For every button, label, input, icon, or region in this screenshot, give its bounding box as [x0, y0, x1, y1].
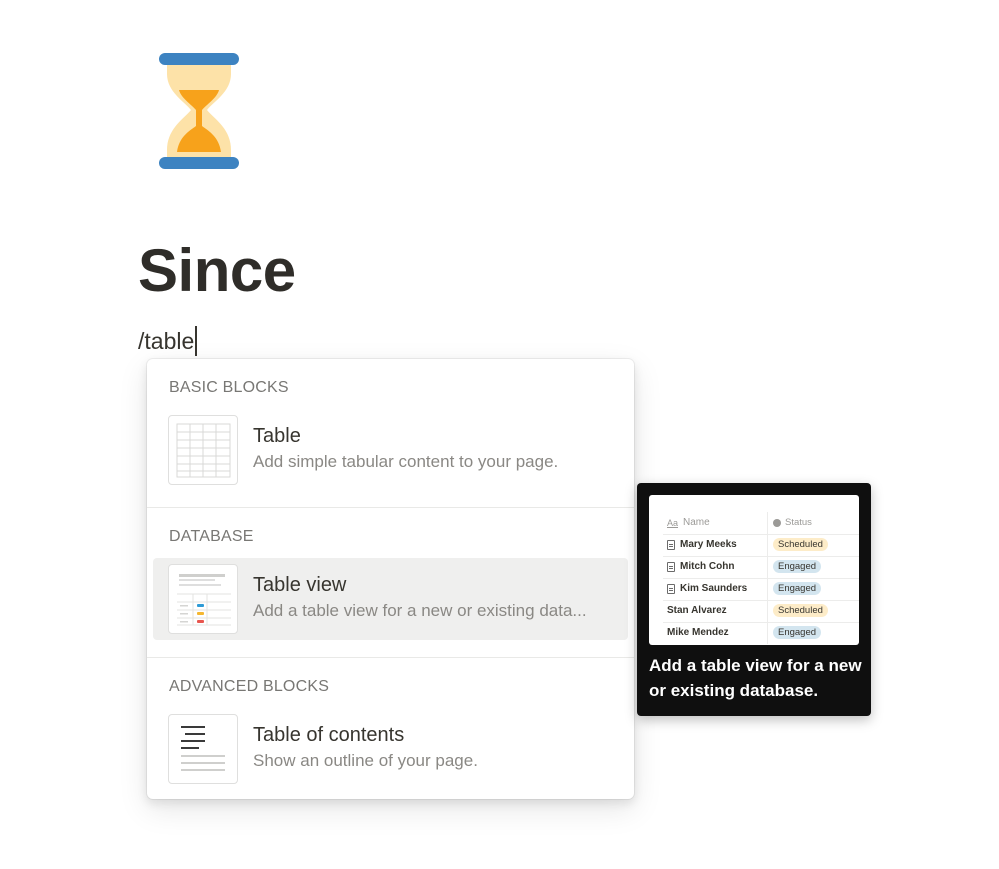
preview-column-divider — [767, 512, 768, 534]
menu-item-description: Add a table view for a new or existing d… — [253, 601, 587, 620]
preview-row: Kim Saunders Engaged — [663, 578, 859, 601]
preview-row: Mike Mendez Engaged — [663, 622, 859, 644]
table-of-contents-thumbnail — [168, 714, 238, 784]
status-badge: Engaged — [773, 560, 822, 573]
preview-name-cell: Mike Mendez — [667, 627, 729, 638]
preview-name-cell: Stan Alvarez — [667, 605, 727, 616]
preview-name-header: Aa Name — [667, 517, 710, 528]
simple-table-thumbnail — [168, 415, 238, 485]
preview-name-cell: Mary Meeks — [667, 539, 737, 550]
preview-name-text: Mitch Cohn — [680, 561, 735, 572]
status-badge: Engaged — [773, 626, 822, 639]
preview-name-cell: Kim Saunders — [667, 583, 747, 594]
preview-name-text: Kim Saunders — [680, 583, 748, 594]
menu-item-title: Table — [253, 425, 301, 447]
preview-status-header: Status — [773, 516, 812, 529]
tooltip-description: Add a table view for a new or existing d… — [649, 656, 862, 700]
preview-row: Stan Alvarez Scheduled — [663, 600, 859, 623]
editor-text: /table — [138, 328, 195, 354]
preview-name-text: Mary Meeks — [680, 539, 737, 550]
status-badge: Engaged — [773, 582, 822, 595]
menu-item-description: Show an outline of your page. — [253, 751, 478, 770]
status-property-icon — [773, 518, 781, 527]
editor-block[interactable]: /table — [138, 326, 197, 356]
preview-column-divider — [767, 622, 768, 644]
hourglass-icon[interactable] — [157, 50, 241, 174]
table-preview-image: Aa Name Status Mary Meeks Scheduled Mitc… — [649, 495, 859, 645]
preview-name-text: Mike Mendez — [667, 627, 729, 638]
menu-item-title: Table of contents — [253, 724, 405, 746]
status-badge: Scheduled — [773, 538, 828, 551]
menu-item-title: Table view — [253, 574, 347, 596]
preview-column-divider — [767, 600, 768, 622]
page-icon — [667, 561, 675, 572]
section-divider — [147, 657, 634, 658]
section-divider — [147, 507, 634, 508]
preview-name-cell: Mitch Cohn — [667, 561, 734, 572]
preview-name-text: Stan Alvarez — [667, 605, 727, 616]
menu-item-description: Add simple tabular content to your page. — [253, 452, 559, 471]
menu-item-table-of-contents[interactable]: Table of contents Show an outline of you… — [153, 708, 628, 790]
preview-column-label: Name — [683, 517, 710, 528]
text-property-icon: Aa — [667, 517, 679, 528]
text-caret — [195, 326, 197, 356]
menu-item-table[interactable]: Table Add simple tabular content to your… — [153, 409, 628, 491]
preview-row: Mitch Cohn Engaged — [663, 556, 859, 579]
section-title-basic-blocks: BASIC BLOCKS — [169, 379, 289, 396]
preview-column-divider — [767, 578, 768, 600]
slash-command-menu: BASIC BLOCKS Table Add simple tabular co… — [147, 359, 634, 799]
preview-tooltip: Aa Name Status Mary Meeks Scheduled Mitc… — [637, 483, 871, 716]
preview-column-divider — [767, 534, 768, 556]
page-title[interactable]: Since — [138, 236, 296, 306]
section-title-database: DATABASE — [169, 528, 254, 545]
status-badge: Scheduled — [773, 604, 828, 617]
table-view-thumbnail — [168, 564, 238, 634]
menu-item-table-view[interactable]: Table view Add a table view for a new or… — [153, 558, 628, 640]
page-icon — [667, 539, 675, 550]
preview-column-label: Status — [785, 517, 812, 528]
section-title-advanced-blocks: ADVANCED BLOCKS — [169, 678, 330, 695]
preview-header-row: Aa Name Status — [663, 512, 859, 535]
preview-row: Mary Meeks Scheduled — [663, 534, 859, 557]
preview-column-divider — [767, 556, 768, 578]
page-icon — [667, 583, 675, 594]
